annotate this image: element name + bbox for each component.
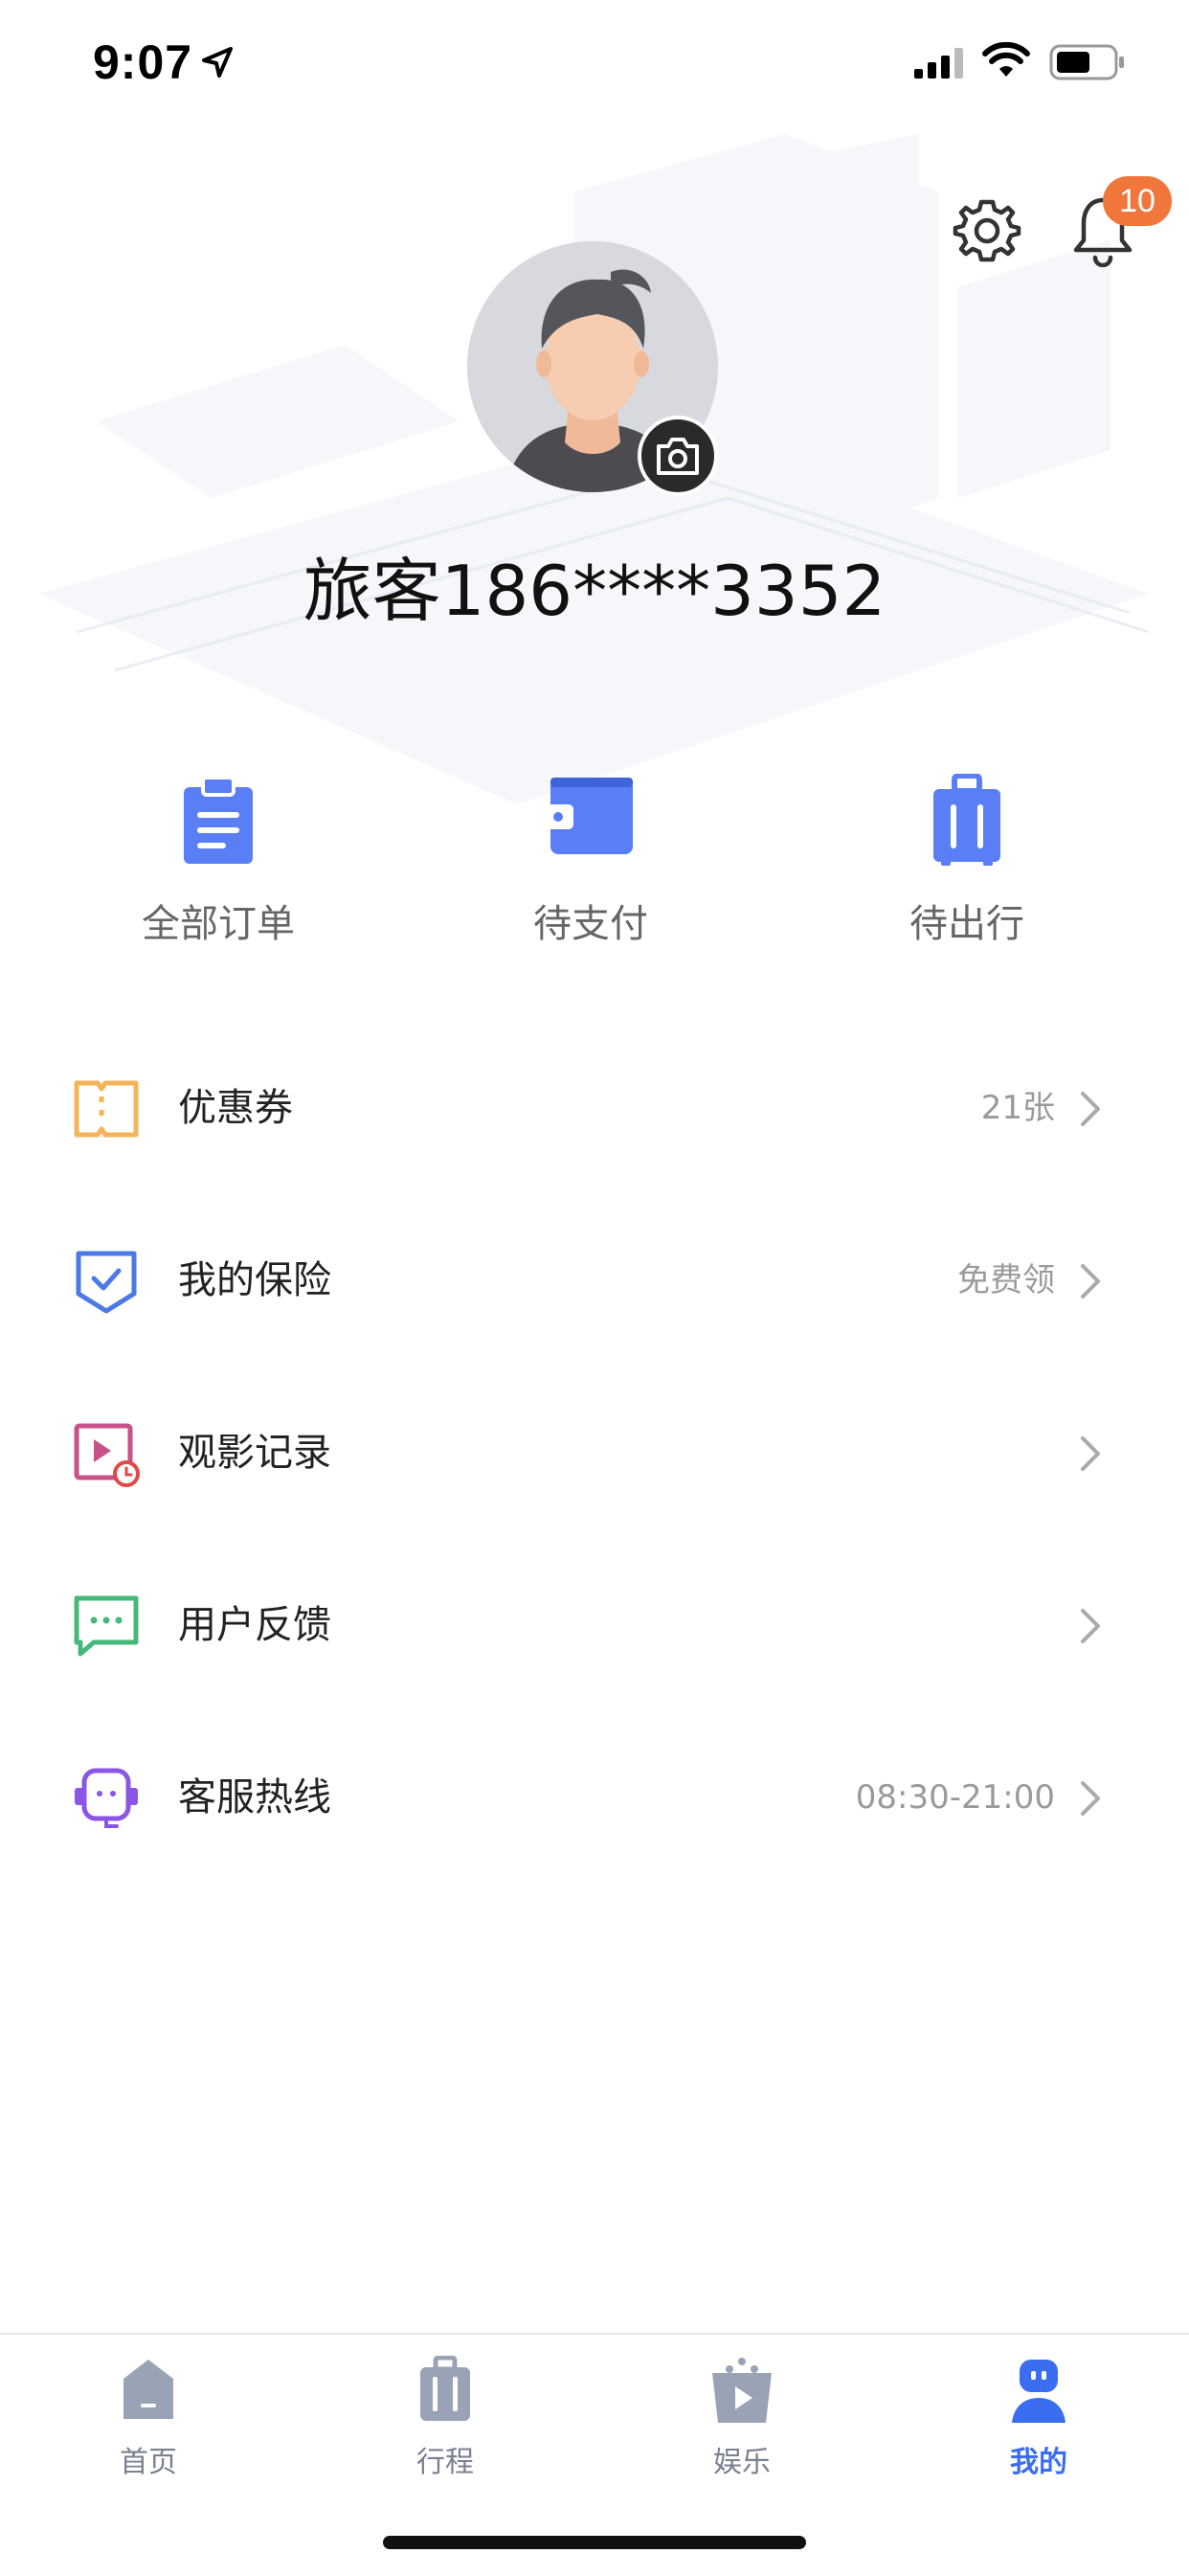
chat-icon [74, 1595, 139, 1657]
home-indicator [383, 2536, 806, 2549]
order-label: 待支付 [533, 902, 648, 946]
menu-value: 21张 [980, 1089, 1055, 1127]
wallet-icon [545, 778, 633, 854]
profile-icon [1012, 2360, 1066, 2423]
hotline-menu-item[interactable]: 客服热线 08:30-21:00 [0, 1709, 1189, 1882]
chevron-right-icon [1081, 1436, 1100, 1471]
notification-badge: 10 [1103, 176, 1172, 226]
insurance-menu-item[interactable]: 我的保险 免费领 [0, 1192, 1189, 1365]
menu-label: 用户反馈 [178, 1603, 331, 1647]
wifi-icon [982, 42, 1030, 77]
order-shortcuts: 全部订单 待支付 待出行 [0, 766, 1189, 958]
menu-label: 观影记录 [178, 1431, 331, 1475]
chevron-right-icon [1081, 1264, 1100, 1299]
all-orders-button[interactable]: 全部订单 [75, 766, 362, 948]
entertainment-icon [712, 2358, 772, 2423]
tab-trip[interactable]: 行程 [297, 2348, 594, 2480]
tab-label: 首页 [120, 2446, 177, 2479]
chevron-right-icon [1081, 1092, 1100, 1126]
pending-payment-button[interactable]: 待支付 [447, 766, 734, 948]
order-label: 待出行 [909, 902, 1024, 946]
battery-icon [1049, 44, 1124, 80]
status-bar: 9:07 [0, 0, 1189, 124]
menu-value: 08:30-21:00 [855, 1778, 1055, 1817]
tab-label: 行程 [416, 2446, 474, 2479]
username: 旅客186****3352 [303, 551, 886, 631]
location-arrow-icon [202, 47, 233, 78]
coupon-icon [74, 1080, 139, 1138]
tab-entertainment[interactable]: 娱乐 [594, 2348, 890, 2480]
gear-icon [953, 199, 1021, 262]
chevron-right-icon [1081, 1781, 1100, 1816]
status-time: 9:07 [93, 35, 193, 89]
coupon-menu-item[interactable]: 优惠券 21张 [0, 1020, 1189, 1192]
home-icon [123, 2360, 173, 2419]
tab-label: 娱乐 [713, 2446, 771, 2479]
menu-label: 客服热线 [178, 1775, 331, 1819]
signal-icon [914, 48, 963, 79]
watch-history-menu-item[interactable]: 观影记录 [0, 1365, 1189, 1537]
chevron-right-icon [1081, 1609, 1100, 1643]
shield-icon [76, 1251, 137, 1314]
tab-label: 我的 [1010, 2446, 1067, 2479]
menu-value: 免费领 [957, 1261, 1055, 1299]
video-history-icon [74, 1423, 140, 1487]
clipboard-icon [184, 776, 253, 864]
luggage-icon [933, 774, 1000, 866]
tab-profile[interactable]: 我的 [890, 2348, 1187, 2480]
menu-label: 优惠券 [178, 1086, 293, 1130]
feedback-menu-item[interactable]: 用户反馈 [0, 1537, 1189, 1709]
menu-label: 我的保险 [178, 1258, 331, 1302]
change-avatar-button[interactable] [638, 416, 718, 496]
menu-list: 优惠券 21张 我的保险 免费领 观影记录 用户反馈 客服热线 08:30-21… [0, 1020, 1189, 1882]
upcoming-trip-button[interactable]: 待出行 [823, 766, 1110, 948]
headset-icon [75, 1768, 138, 1828]
tab-home[interactable]: 首页 [0, 2348, 297, 2480]
settings-button[interactable] [953, 196, 1021, 265]
trip-icon [420, 2356, 470, 2421]
camera-icon [657, 438, 699, 475]
order-label: 全部订单 [142, 902, 295, 946]
